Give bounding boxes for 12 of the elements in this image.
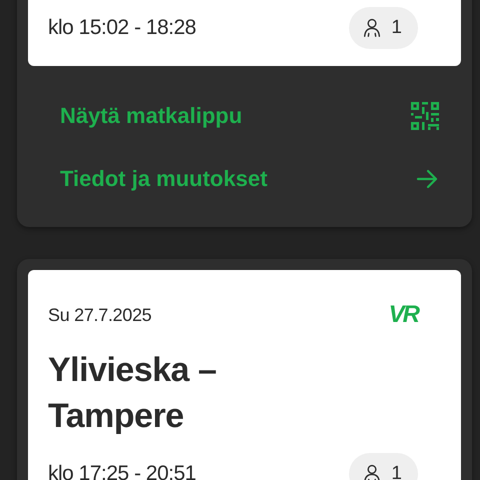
action-link[interactable]: Tiedot ja muutokset [60,147,439,210]
passenger-count: 1 [349,453,418,480]
ticket-card[interactable]: klo 15:02 - 18:28 1 [28,0,461,66]
action-link[interactable]: Näytä matkalippu [60,84,439,147]
trip-date: Su 27.7.2025 [48,304,152,326]
qr-code-icon [411,102,439,130]
passenger-count: 1 [349,7,418,49]
route-title: Ylivieska – Tampere [48,350,218,437]
operator-logo: VR [388,301,418,329]
trip-time: klo 15:02 - 18:28 [48,16,196,40]
trip-time: klo 17:25 - 20:51 [48,462,196,480]
ticket-card[interactable]: Su 27.7.2025 VR Ylivieska – Tampere klo 17:25 - 20:51 1 [28,270,461,480]
